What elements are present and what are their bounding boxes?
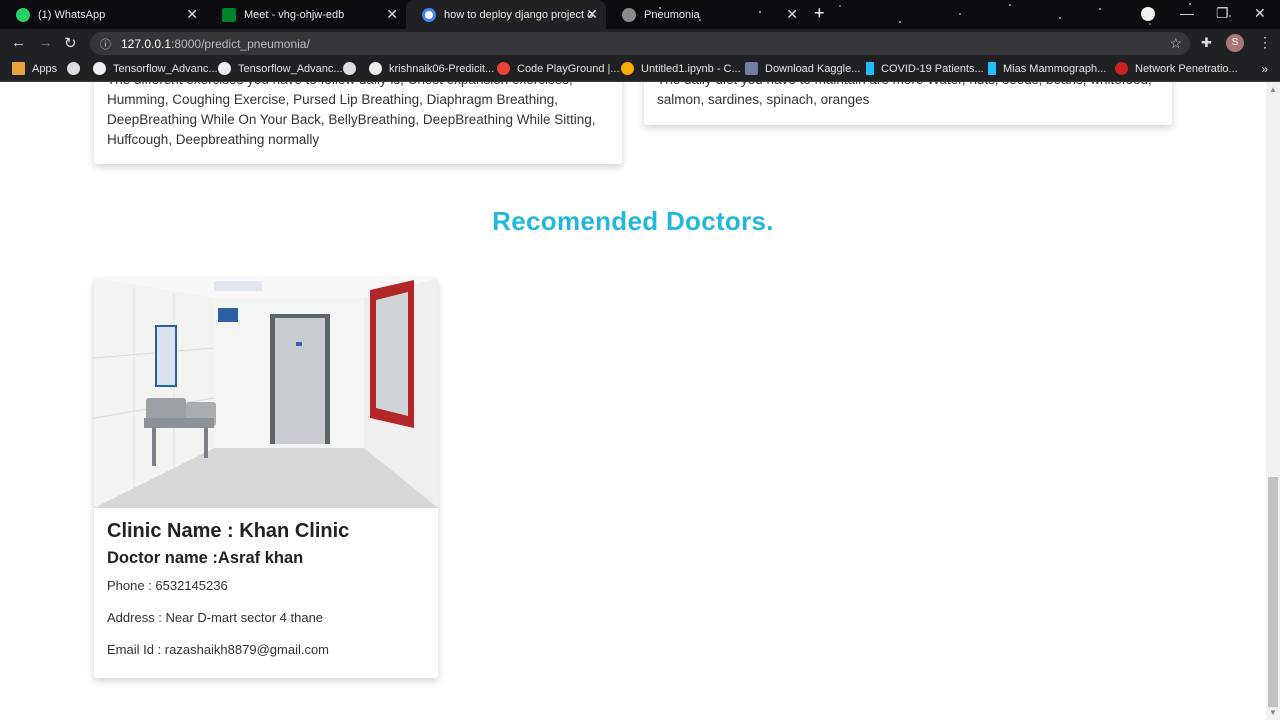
- bookmark-label: Tensorflow_Advanc...: [113, 62, 218, 75]
- tab-title: how to deploy django project on: [444, 8, 594, 21]
- bookmark-code-playground[interactable]: Code PlayGround |...: [497, 62, 620, 75]
- bookmark-kaggle-download[interactable]: Download Kaggle...: [745, 62, 860, 75]
- tab-whatsapp[interactable]: (1) WhatsApp ✕: [0, 0, 206, 29]
- clinic-name: Clinic Name : Khan Clinic: [107, 520, 350, 542]
- doctor-card: Clinic Name : Khan Clinic Doctor name :A…: [94, 278, 438, 678]
- bookmarks-overflow-icon[interactable]: »: [1261, 62, 1268, 76]
- bookmark-label: Tensorflow_Advanc...: [238, 62, 343, 75]
- scroll-up-icon[interactable]: ▲: [1269, 85, 1277, 94]
- page-viewport: The different exercises you have to foll…: [0, 82, 1266, 720]
- clinic-photo: [94, 278, 438, 508]
- tab-title: (1) WhatsApp: [38, 8, 106, 21]
- bookmark-label: Mias Mammograph...: [1003, 62, 1107, 75]
- bookmark-krishnaik[interactable]: krishnaik06-Predicit...: [369, 62, 494, 75]
- tab-meet[interactable]: Meet - vhg-ohjw-edb ✕: [206, 0, 406, 29]
- forward-arrow-icon[interactable]: →: [38, 34, 53, 51]
- bookmark-tensorflow-1[interactable]: Tensorflow_Advanc...: [93, 62, 218, 75]
- exercise-card: The different exercises you have to foll…: [94, 82, 622, 164]
- github-icon: [369, 62, 382, 75]
- tab-title: Meet - vhg-ohjw-edb: [244, 8, 345, 21]
- diet-card: The daily diet you have to maintain are …: [644, 82, 1172, 125]
- bookmark-globe-2[interactable]: [343, 62, 363, 75]
- chrome-icon: [497, 62, 510, 75]
- kaggle-icon: [745, 62, 758, 75]
- doctor-name: Doctor name :Asraf khan: [107, 549, 304, 567]
- bookmark-label: Download Kaggle...: [765, 62, 861, 75]
- tab-pneumonia[interactable]: Pneumonia ✕: [606, 0, 806, 29]
- github-icon: [218, 62, 231, 75]
- close-icon[interactable]: ✕: [186, 6, 198, 23]
- exercise-text: The different exercises you have to foll…: [107, 82, 596, 147]
- bookmark-label: Code PlayGround |...: [517, 62, 620, 75]
- doctor-card-body: Clinic Name : Khan Clinic Doctor name :A…: [107, 520, 427, 674]
- bookmark-star-icon[interactable]: ☆: [1169, 35, 1182, 52]
- close-icon[interactable]: ✕: [786, 6, 798, 23]
- bookmark-label: Network Penetratio...: [1135, 62, 1238, 75]
- restore-icon[interactable]: ❐: [1216, 5, 1229, 22]
- window-close-icon[interactable]: ✕: [1254, 5, 1266, 22]
- doctor-email: Email Id : razashaikh8879@gmail.com: [107, 642, 330, 657]
- reload-icon[interactable]: ↻: [64, 34, 77, 52]
- scroll-down-icon[interactable]: ▼: [1269, 708, 1277, 717]
- bookmark-label: COVID-19 Patients...: [881, 62, 984, 75]
- new-tab-plus-icon[interactable]: +: [814, 3, 825, 24]
- github-icon: [93, 62, 106, 75]
- bookmark-globe[interactable]: [67, 62, 87, 75]
- back-arrow-icon[interactable]: ←: [11, 34, 26, 51]
- close-icon[interactable]: ✕: [386, 6, 398, 23]
- tab-django-search[interactable]: how to deploy django project on ✕: [406, 0, 606, 29]
- bookmark-label: Untitled1.ipynb - C...: [641, 62, 741, 75]
- vivaldi-icon: [1115, 62, 1128, 75]
- globe-icon: [67, 62, 80, 75]
- globe-icon: [343, 62, 356, 75]
- doctor-address: Address : Near D-mart sector 4 thane: [107, 610, 324, 625]
- bookmark-covid[interactable]: COVID-19 Patients...: [866, 62, 984, 75]
- site-info-icon[interactable]: ⓘ: [100, 36, 111, 52]
- profile-avatar[interactable]: S: [1226, 34, 1244, 52]
- tab-strip: (1) WhatsApp ✕ Meet - vhg-ohjw-edb ✕ how…: [0, 0, 1280, 29]
- doctor-phone: Phone : 6532145236: [107, 578, 228, 593]
- bookmark-tensorflow-2[interactable]: Tensorflow_Advanc...: [218, 62, 343, 75]
- whatsapp-icon: [16, 7, 30, 22]
- bookmark-label: krishnaik06-Predicit...: [389, 62, 495, 75]
- tab-title: Pneumonia: [644, 8, 700, 21]
- minimize-icon[interactable]: —: [1180, 5, 1194, 21]
- bookmark-label: Apps: [32, 62, 58, 75]
- diet-text: The daily diet you have to maintain are …: [657, 82, 1152, 107]
- url-text: 127.0.0.1:8000/predict_pneumonia/: [121, 36, 310, 51]
- globe-icon: [622, 7, 636, 22]
- bookmark-network[interactable]: Network Penetratio...: [1115, 62, 1238, 75]
- address-bar[interactable]: ⓘ 127.0.0.1:8000/predict_pneumonia/ ☆: [90, 32, 1190, 55]
- k-icon: [866, 62, 874, 75]
- close-icon[interactable]: ✕: [586, 6, 598, 23]
- bookmark-colab[interactable]: Untitled1.ipynb - C...: [621, 62, 741, 75]
- extensions-puzzle-icon[interactable]: ✚: [1201, 35, 1212, 51]
- bookmarks-bar: Apps Tensorflow_Advanc... Tensorflow_Adv…: [0, 58, 1280, 82]
- apps-grid-icon: [12, 62, 25, 75]
- google-icon: [422, 7, 436, 22]
- section-title: Recomended Doctors.: [492, 206, 774, 236]
- tab-search-icon[interactable]: [1141, 7, 1155, 21]
- browser-toolbar: ← → ↻ ⓘ 127.0.0.1:8000/predict_pneumonia…: [0, 29, 1280, 58]
- colab-icon: [621, 62, 634, 75]
- bookmark-mias[interactable]: Mias Mammograph...: [988, 62, 1106, 75]
- scrollbar-thumb[interactable]: [1268, 477, 1278, 707]
- page-scrollbar[interactable]: ▲ ▼: [1266, 82, 1280, 720]
- k-icon: [988, 62, 996, 75]
- bookmark-apps[interactable]: Apps: [12, 62, 57, 75]
- menu-dots-icon[interactable]: ⋮: [1258, 34, 1272, 51]
- meet-icon: [222, 7, 236, 22]
